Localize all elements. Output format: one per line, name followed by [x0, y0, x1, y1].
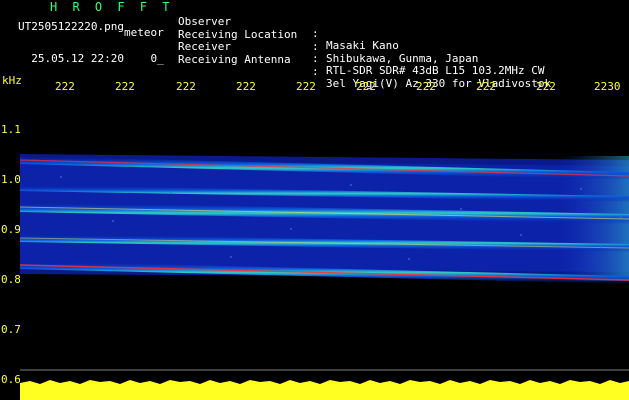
info-separator: :	[312, 39, 319, 53]
time-tick: 222	[236, 80, 256, 93]
info-separator: :	[312, 27, 319, 40]
time-tick: 2230	[594, 80, 621, 93]
info-value: Shibukawa, Gunma, Japan	[326, 51, 479, 65]
info-value: Masaki Kano	[326, 39, 399, 52]
freq-tick: 0.7	[1, 323, 21, 336]
date-time: 25.05.12 22:20 0_	[18, 41, 164, 65]
freq-tick: 1.0	[1, 173, 21, 186]
status-value: 0_	[150, 52, 164, 65]
info-key: Receiving Antenna	[178, 52, 291, 66]
info-value: RTL-SDR SDR# 43dB L15 103.2MHz CW	[326, 64, 545, 77]
time-tick: 222	[55, 80, 75, 93]
time-tick: 222	[476, 80, 496, 93]
freq-tick: 0.6	[1, 373, 21, 386]
time-tick: 222	[176, 80, 196, 93]
noise-floor-trace	[20, 380, 629, 400]
time-tick: 222	[296, 80, 316, 93]
waterfall-spectrogram	[20, 96, 629, 400]
freq-tick: 0.9	[1, 223, 21, 236]
station-info: Observer : Masaki Kano Receiving Locatio…	[178, 4, 551, 90]
info-row-location: Receiving Location : Shibukawa, Gunma, J…	[178, 17, 478, 64]
time-tick: 222	[416, 80, 436, 93]
info-row-observer: Observer : Masaki Kano	[178, 4, 399, 52]
app-brand: H R O F F T	[50, 0, 174, 14]
info-row-antenna: Receiving Antenna : 3el Yagi(V) Az 330 f…	[178, 42, 551, 89]
time-tick: 222	[356, 80, 376, 93]
mode-label: meteor	[124, 26, 164, 39]
info-separator: :	[312, 52, 319, 65]
file-name: UT2505122220.png	[18, 20, 124, 33]
info-separator: :	[312, 64, 319, 78]
date-time-value: 25.05.12 22:20	[31, 52, 124, 65]
y-axis-unit: kHz	[2, 74, 22, 87]
info-row-receiver: Receiver : RTL-SDR SDR# 43dB L15 103.2MH…	[178, 29, 545, 77]
time-tick: 222	[536, 80, 556, 93]
freq-tick: 1.1	[1, 123, 21, 136]
freq-tick: 0.8	[1, 273, 21, 286]
time-tick: 222	[115, 80, 135, 93]
